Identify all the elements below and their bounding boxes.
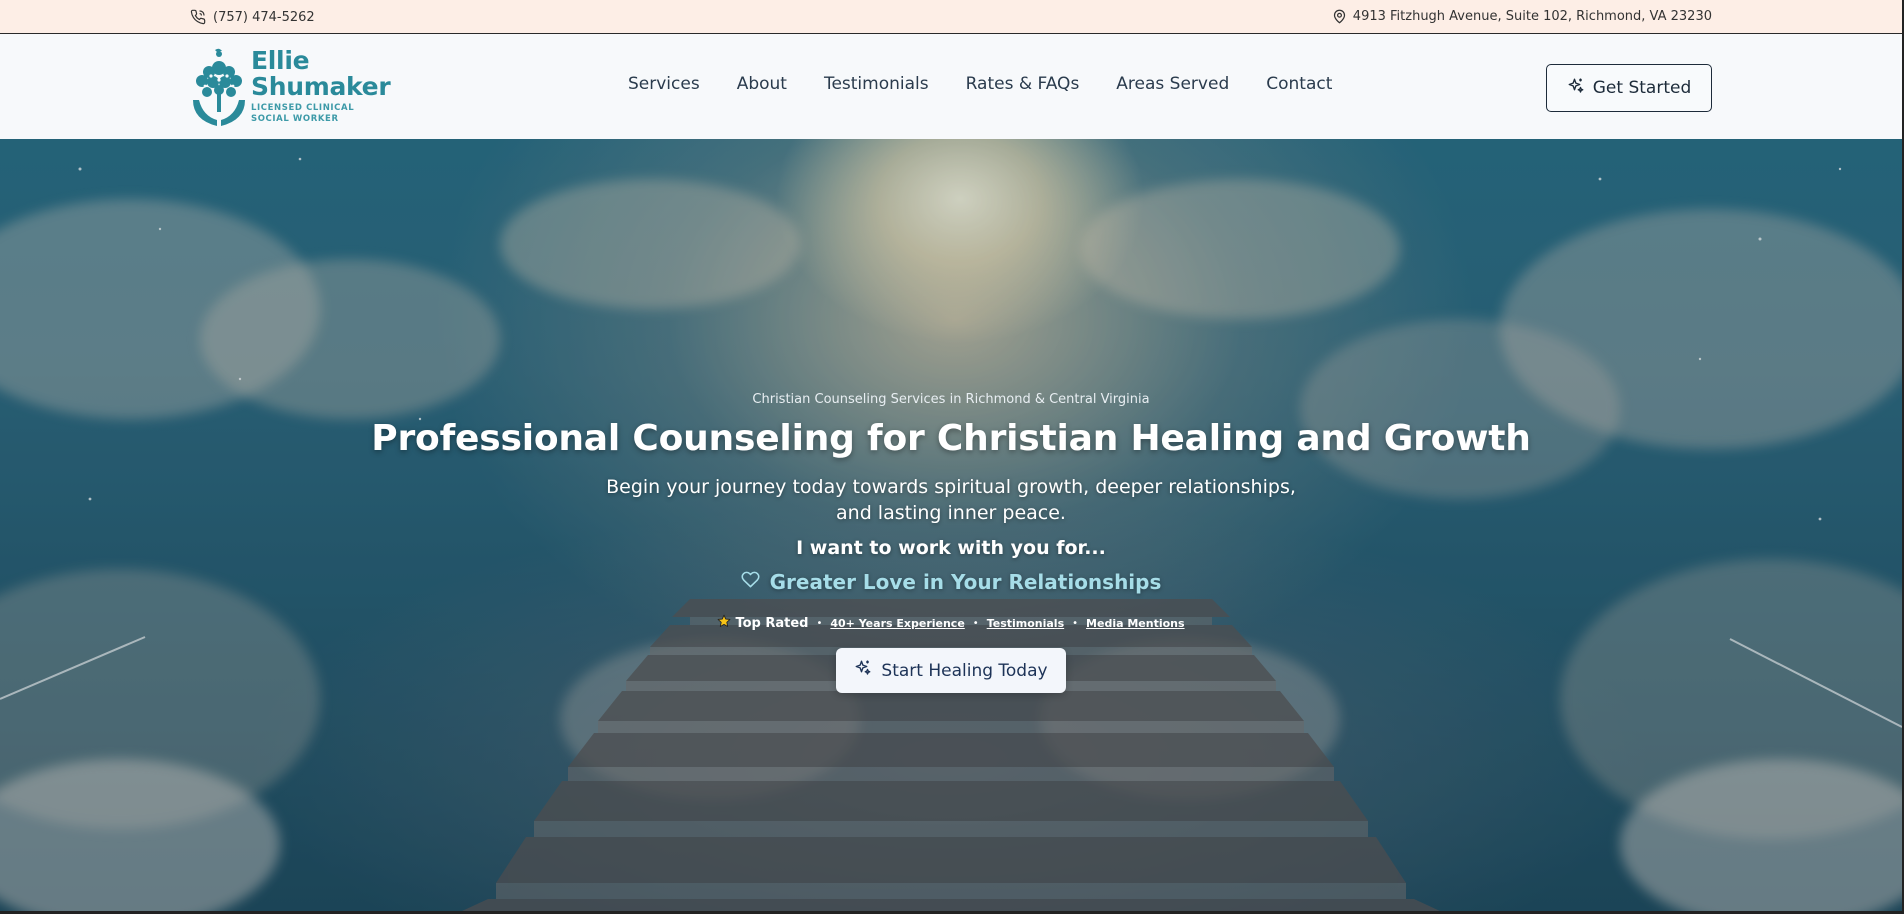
experience-link[interactable]: 40+ Years Experience [830,617,964,630]
logo-wordmark: Ellie Shumaker LICENSED CLINICAL SOCIAL … [251,46,391,125]
logo-name-line2: Shumaker [251,72,391,101]
logo-subtitle-line1: LICENSED CLINICAL [251,103,355,113]
rotating-benefit: Greater Love in Your Relationships [0,570,1902,594]
logo-name-line1: Ellie [251,46,310,75]
hero-section: Christian Counseling Services in Richmon… [0,139,1902,911]
nav-item-rates-faqs[interactable]: Rates & FAQs [966,74,1080,94]
logo-subtitle-line2: SOCIAL WORKER [251,114,339,124]
badge-separator: • [972,617,979,629]
sparkles-icon [854,659,872,682]
hero-intro: I want to work with you for... [796,537,1106,559]
badge-separator: • [816,617,823,629]
nav-item-services[interactable]: Services [628,74,700,94]
phone-link[interactable]: (757) 474-5262 [190,9,315,25]
site-logo[interactable]: Ellie Shumaker LICENSED CLINICAL SOCIAL … [189,46,391,130]
sparkles-icon [1567,77,1585,100]
heart-icon [741,570,760,594]
address-link[interactable]: 4913 Fitzhugh Avenue, Suite 102, Richmon… [1332,9,1712,24]
phone-icon [190,9,206,25]
start-healing-label: Start Healing Today [881,660,1048,681]
nav-item-contact[interactable]: Contact [1266,74,1332,94]
star-icon [717,614,731,632]
page: (757) 474-5262 4913 Fitzhugh Avenue, Sui… [0,0,1904,914]
nav-item-testimonials[interactable]: Testimonials [824,74,929,94]
nav-item-about[interactable]: About [737,74,787,94]
badge-separator: • [1072,617,1079,629]
hero-eyebrow: Christian Counseling Services in Richmon… [752,392,1150,407]
hero-subheading: Begin your journey today towards spiritu… [0,474,1902,526]
hero-content: Christian Counseling Services in Richmon… [0,139,1902,911]
phone-number[interactable]: (757) 474-5262 [213,10,315,25]
top-rated-badge: Top Rated [717,614,808,632]
main-nav: Services About Testimonials Rates & FAQs… [628,74,1332,94]
start-healing-button[interactable]: Start Healing Today [836,648,1066,693]
top-rated-label: Top Rated [735,615,809,631]
hero-subheading-line2: and lasting inner peace. [836,502,1066,524]
rotating-benefit-text: Greater Love in Your Relationships [769,570,1162,594]
site-header: Ellie Shumaker LICENSED CLINICAL SOCIAL … [0,34,1902,139]
hero-subheading-line1: Begin your journey today towards spiritu… [606,476,1296,498]
address-text[interactable]: 4913 Fitzhugh Avenue, Suite 102, Richmon… [1353,9,1712,24]
trust-badges: Top Rated • 40+ Years Experience • Testi… [0,614,1902,632]
get-started-button[interactable]: Get Started [1546,64,1712,112]
media-mentions-link[interactable]: Media Mentions [1086,617,1185,630]
hero-headline: Professional Counseling for Christian He… [371,418,1531,459]
testimonials-link[interactable]: Testimonials [987,617,1064,630]
tree-hands-logo-icon [189,46,249,130]
top-info-bar: (757) 474-5262 4913 Fitzhugh Avenue, Sui… [0,0,1902,34]
nav-item-areas-served[interactable]: Areas Served [1116,74,1229,94]
map-pin-icon [1332,9,1347,24]
get-started-label: Get Started [1592,78,1692,98]
browser-viewport: (757) 474-5262 4913 Fitzhugh Avenue, Sui… [0,0,1902,911]
